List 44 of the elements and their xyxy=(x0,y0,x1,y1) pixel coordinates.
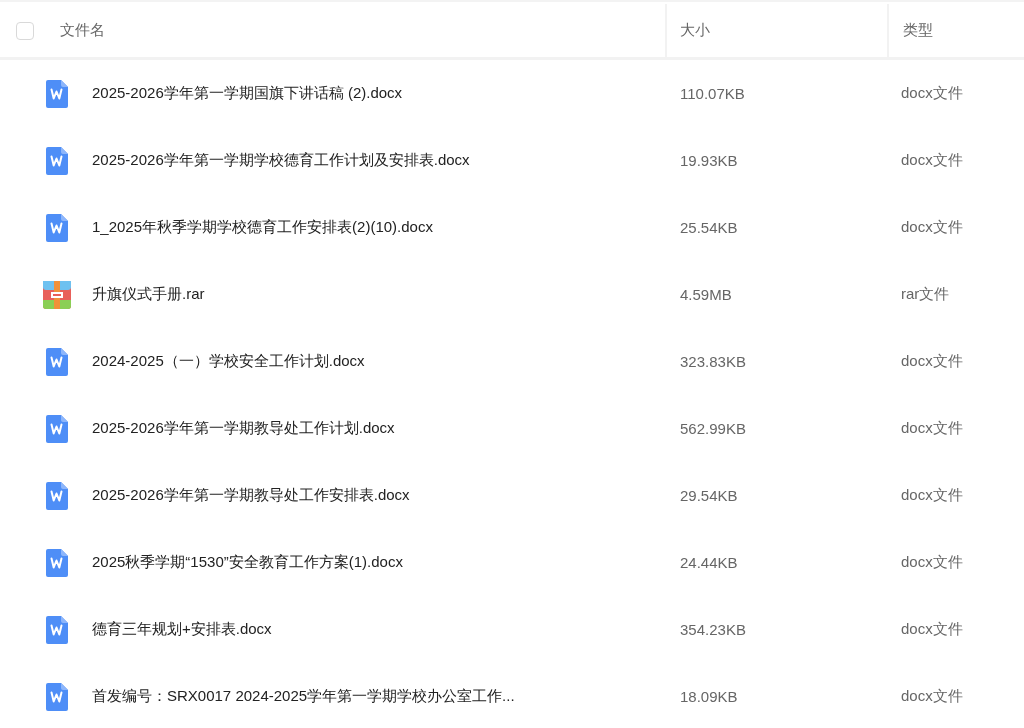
word-document-icon xyxy=(45,213,69,242)
file-name[interactable]: 2025-2026学年第一学期教导处工作安排表.docx xyxy=(92,486,410,505)
file-size: 25.54KB xyxy=(680,219,738,236)
file-size: 4.59MB xyxy=(680,286,732,303)
file-size: 18.09KB xyxy=(680,688,738,705)
select-all-checkbox[interactable] xyxy=(16,21,34,40)
file-type: docx文件 xyxy=(901,151,963,170)
file-name[interactable]: 2025-2026学年第一学期教导处工作计划.docx xyxy=(92,419,395,438)
file-name[interactable]: 德育三年规划+安排表.docx xyxy=(92,620,272,639)
file-type: docx文件 xyxy=(901,620,963,639)
file-size: 110.07KB xyxy=(680,85,745,102)
archive-icon xyxy=(43,280,71,309)
file-name[interactable]: 2025-2026学年第一学期学校德育工作计划及安排表.docx xyxy=(92,151,470,170)
word-document-icon xyxy=(45,548,69,577)
column-header: 大小 xyxy=(680,21,710,40)
file-type: docx文件 xyxy=(901,419,963,438)
file-size: 562.99KB xyxy=(680,420,746,437)
file-size: 19.93KB xyxy=(680,152,738,169)
file-name[interactable]: 1_2025年秋季学期学校德育工作安排表(2)(10).docx xyxy=(92,218,433,237)
file-size: 354.23KB xyxy=(680,621,746,638)
word-document-icon xyxy=(45,682,69,711)
word-document-icon xyxy=(45,347,69,376)
file-size: 24.44KB xyxy=(680,554,738,571)
file-type: docx文件 xyxy=(901,352,963,371)
word-document-icon xyxy=(45,414,69,443)
file-name[interactable]: 首发编号：SRX0017 2024-2025学年第一学期学校办公室工作... xyxy=(92,687,515,706)
column-header: 类型 xyxy=(903,21,933,40)
word-document-icon xyxy=(45,615,69,644)
file-name[interactable]: 2024-2025（一）学校安全工作计划.docx xyxy=(92,352,365,371)
file-type: docx文件 xyxy=(901,84,963,103)
column-header: 文件名 xyxy=(60,21,105,40)
file-size: 323.83KB xyxy=(680,353,746,370)
file-name[interactable]: 2025秋季学期“1530”安全教育工作方案(1).docx xyxy=(92,553,403,572)
file-type: docx文件 xyxy=(901,553,963,572)
word-document-icon xyxy=(45,481,69,510)
file-size: 29.54KB xyxy=(680,487,738,504)
file-type: docx文件 xyxy=(901,687,963,706)
file-type: docx文件 xyxy=(901,218,963,237)
word-document-icon xyxy=(45,146,69,175)
file-type: rar文件 xyxy=(901,285,950,304)
file-name[interactable]: 升旗仪式手册.rar xyxy=(92,285,205,304)
word-document-icon xyxy=(45,79,69,108)
file-name[interactable]: 2025-2026学年第一学期国旗下讲话稿 (2).docx xyxy=(92,84,403,103)
file-type: docx文件 xyxy=(901,486,963,505)
